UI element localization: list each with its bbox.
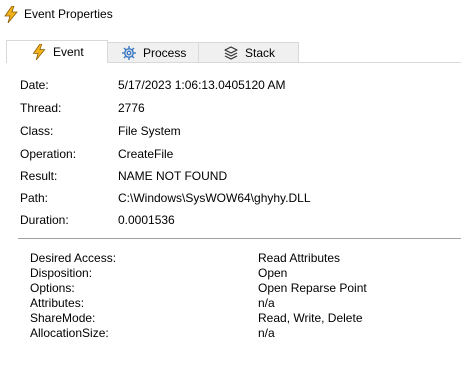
desired-access-label: Desired Access: — [30, 251, 117, 265]
tab-process-label: Process — [143, 46, 187, 60]
class-label: Class: — [20, 124, 54, 138]
tab-event-label: Event — [53, 45, 84, 59]
allocation-size-value: n/a — [258, 326, 275, 340]
lightning-icon — [31, 43, 47, 61]
window-title: Event Properties — [24, 7, 113, 21]
thread-value: 2776 — [118, 101, 145, 115]
desired-access-value: Read Attributes — [258, 251, 341, 265]
operation-value: CreateFile — [118, 147, 174, 161]
date-label: Date: — [20, 78, 49, 92]
options-label: Options: — [30, 281, 75, 295]
details-divider — [18, 238, 461, 239]
class-value: File System — [118, 124, 181, 138]
disposition-value: Open — [258, 266, 288, 280]
gear-icon — [121, 45, 137, 61]
options-value: Open Reparse Point — [258, 281, 367, 295]
disposition-label: Disposition: — [30, 266, 93, 280]
thread-label: Thread: — [20, 101, 62, 115]
date-value: 5/17/2023 1:06:13.0405120 AM — [118, 78, 286, 92]
duration-value: 0.0001536 — [118, 213, 175, 227]
tab-stack-label: Stack — [245, 46, 276, 60]
path-label: Path: — [20, 191, 49, 205]
tab-strip: Event Process Stack — [0, 40, 461, 63]
lightning-icon — [4, 5, 18, 24]
attributes-label: Attributes: — [30, 296, 85, 310]
tab-stack[interactable]: Stack — [198, 42, 299, 62]
attributes-value: n/a — [258, 296, 275, 310]
sharemode-value: Read, Write, Delete — [258, 311, 363, 325]
stack-icon — [223, 45, 239, 61]
tab-process[interactable]: Process — [107, 42, 199, 62]
result-value: NAME NOT FOUND — [118, 169, 228, 183]
duration-label: Duration: — [20, 213, 69, 227]
path-value: C:\Windows\SysWOW64\ghyhy.DLL — [118, 191, 311, 205]
sharemode-label: ShareMode: — [30, 311, 96, 325]
tab-event[interactable]: Event — [6, 40, 108, 63]
event-properties-window: Event Properties Event Process Stack Dat… — [0, 0, 461, 368]
operation-label: Operation: — [20, 147, 77, 161]
title-bar: Event Properties — [0, 0, 461, 30]
result-label: Result: — [20, 169, 58, 183]
allocation-size-label: AllocationSize: — [30, 326, 109, 340]
